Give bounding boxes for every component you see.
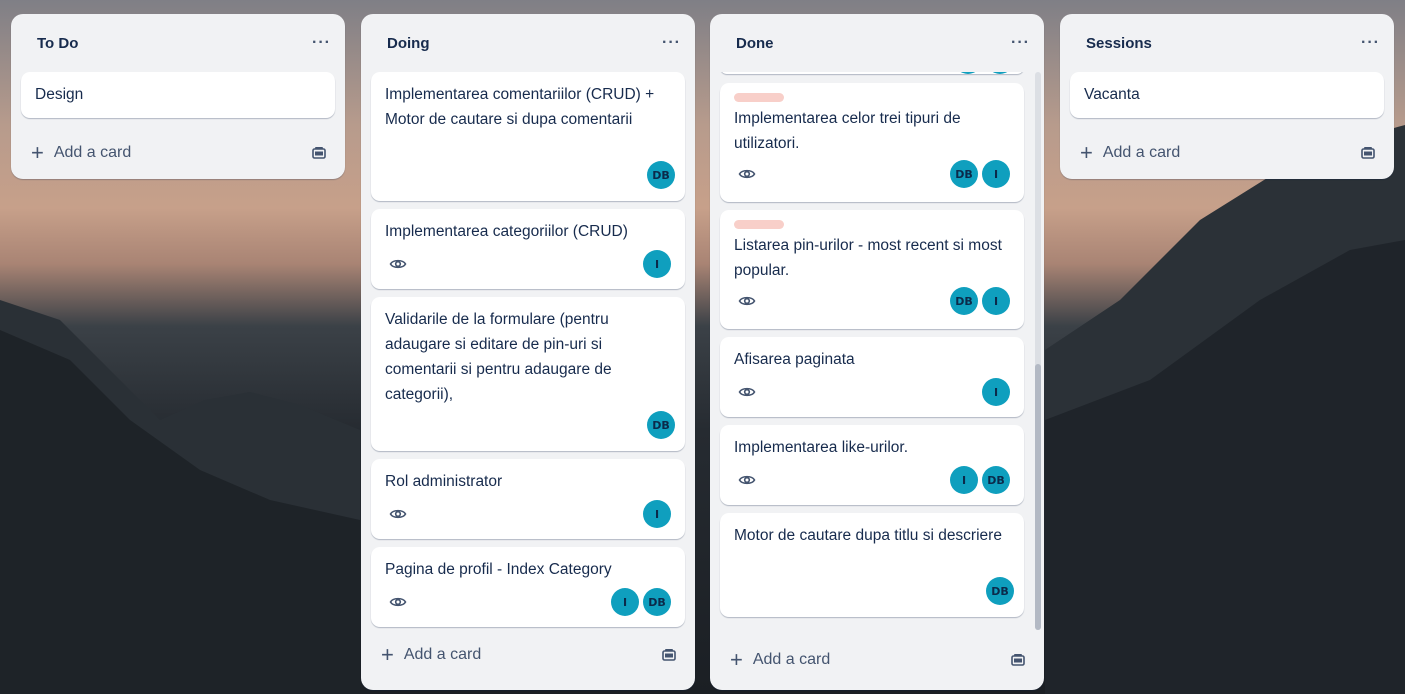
add-card-button[interactable]: + Add a card	[31, 142, 131, 164]
add-card-row: + Add a card	[11, 126, 345, 180]
add-card-button[interactable]: + Add a card	[730, 649, 830, 671]
eye-icon	[389, 259, 407, 269]
plus-icon: +	[381, 642, 394, 667]
eye-icon	[738, 296, 756, 306]
card-title: Design	[35, 86, 84, 103]
list-menu-icon[interactable]: ···	[1361, 35, 1380, 51]
card[interactable]: Pagina de profil - Index Category I DB	[371, 547, 685, 627]
add-card-label: Add a card	[403, 646, 482, 663]
card[interactable]: Implementarea like-urilor. I DB	[720, 425, 1024, 505]
card-title: Implementarea categoriilor (CRUD)	[385, 223, 628, 240]
plus-icon: +	[1080, 140, 1093, 165]
eye-icon	[389, 597, 407, 607]
list-menu-icon[interactable]: ···	[1011, 35, 1030, 51]
card-template-icon[interactable]	[661, 647, 677, 663]
avatar[interactable]: DB	[950, 287, 978, 315]
card-title: Motor de cautare dupa titlu si descriere	[734, 527, 1002, 544]
add-card-label: Add a card	[53, 144, 132, 161]
card-title: Vacanta	[1084, 86, 1140, 103]
add-card-label: Add a card	[752, 651, 831, 668]
avatar[interactable]: DB	[643, 588, 671, 616]
eye-icon	[738, 169, 756, 179]
card-members: DB I	[950, 287, 1010, 315]
list-title[interactable]: Sessions	[1086, 35, 1152, 52]
scrollbar-track[interactable]	[1035, 72, 1041, 630]
card[interactable]: Validarile de la formulare (pentru adaug…	[371, 297, 685, 451]
eye-icon	[738, 475, 756, 485]
list-done: Done ··· Implementarea celor trei tipuri…	[710, 14, 1044, 690]
card-title: Implementarea like-urilor.	[734, 439, 909, 456]
avatar[interactable]: I	[643, 500, 671, 528]
card-members: I DB	[950, 466, 1010, 494]
list-header: To Do ···	[11, 14, 345, 72]
add-card-button[interactable]: + Add a card	[381, 644, 481, 666]
card-title: Implementarea comentariilor (CRUD) + Mot…	[385, 86, 655, 128]
avatar[interactable]: I	[982, 378, 1010, 406]
card-label[interactable]	[734, 220, 784, 229]
plus-icon: +	[730, 647, 743, 672]
card-title: Listarea pin-urilor - most recent si mos…	[734, 237, 1002, 279]
list-header: Done ···	[710, 14, 1044, 72]
card[interactable]: Vacanta	[1070, 72, 1384, 118]
card-template-icon[interactable]	[1360, 145, 1376, 161]
list-title[interactable]: Done	[736, 35, 774, 52]
card[interactable]: Listarea pin-urilor - most recent si mos…	[720, 210, 1024, 329]
avatar	[954, 72, 982, 74]
scrollbar-thumb[interactable]	[1035, 364, 1041, 630]
add-card-button[interactable]: + Add a card	[1080, 142, 1180, 164]
add-card-row: + Add a card	[710, 632, 1044, 688]
list-title[interactable]: Doing	[387, 35, 430, 52]
avatar[interactable]: DB	[982, 466, 1010, 494]
add-card-row: + Add a card	[361, 631, 695, 679]
avatar[interactable]: DB	[950, 160, 978, 188]
card[interactable]: Rol administrator I	[371, 459, 685, 539]
card[interactable]: Implementarea comentariilor (CRUD) + Mot…	[371, 72, 685, 201]
list-header: Sessions ···	[1060, 14, 1394, 72]
card[interactable]: Implementarea celor trei tipuri de utili…	[720, 83, 1024, 202]
avatar[interactable]: I	[982, 287, 1010, 315]
add-card-row: + Add a card	[1060, 126, 1394, 180]
avatar[interactable]: I	[950, 466, 978, 494]
plus-icon: +	[31, 140, 44, 165]
card-title: Afisarea paginata	[734, 351, 855, 368]
card-title: Implementarea celor trei tipuri de utili…	[734, 110, 961, 152]
list-doing: Doing ··· Implementarea comentariilor (C…	[361, 14, 695, 690]
avatar[interactable]: I	[643, 250, 671, 278]
avatar[interactable]: I	[611, 588, 639, 616]
list-menu-icon[interactable]: ···	[312, 35, 331, 51]
card-label[interactable]	[734, 93, 784, 102]
card-members: I DB	[611, 588, 671, 616]
card-members: I	[643, 500, 671, 528]
card[interactable]: Design	[21, 72, 335, 118]
list-title[interactable]: To Do	[37, 35, 78, 52]
card-members: DB	[647, 411, 675, 439]
avatar[interactable]: I	[982, 160, 1010, 188]
avatar[interactable]: DB	[647, 411, 675, 439]
done-card-scroll-area[interactable]: Implementarea celor trei tipuri de utili…	[710, 72, 1044, 632]
card[interactable]: Implementarea categoriilor (CRUD) I	[371, 209, 685, 289]
card-members: DB I	[950, 160, 1010, 188]
card-members: DB	[647, 161, 675, 189]
avatar	[986, 72, 1014, 74]
avatar[interactable]: DB	[647, 161, 675, 189]
card-members: I	[643, 250, 671, 278]
list-menu-icon[interactable]: ···	[662, 35, 681, 51]
card-members: I	[982, 378, 1010, 406]
card-title: Validarile de la formulare (pentru adaug…	[385, 311, 612, 403]
list-header: Doing ···	[361, 14, 695, 72]
card[interactable]: Afisarea paginata I	[720, 337, 1024, 417]
list-sessions: Sessions ··· Vacanta + Add a card	[1060, 14, 1394, 179]
list-todo: To Do ··· Design + Add a card	[11, 14, 345, 179]
card-title: Pagina de profil - Index Category	[385, 561, 612, 578]
add-card-label: Add a card	[1102, 144, 1181, 161]
card-template-icon[interactable]	[311, 145, 327, 161]
avatar[interactable]: DB	[986, 577, 1014, 605]
card-partial[interactable]	[720, 72, 1024, 74]
card[interactable]: Motor de cautare dupa titlu si descriere…	[720, 513, 1024, 617]
card-template-icon[interactable]	[1010, 652, 1026, 668]
eye-icon	[389, 509, 407, 519]
card-title: Rol administrator	[385, 473, 503, 490]
card-members: DB	[986, 577, 1014, 605]
eye-icon	[738, 387, 756, 397]
